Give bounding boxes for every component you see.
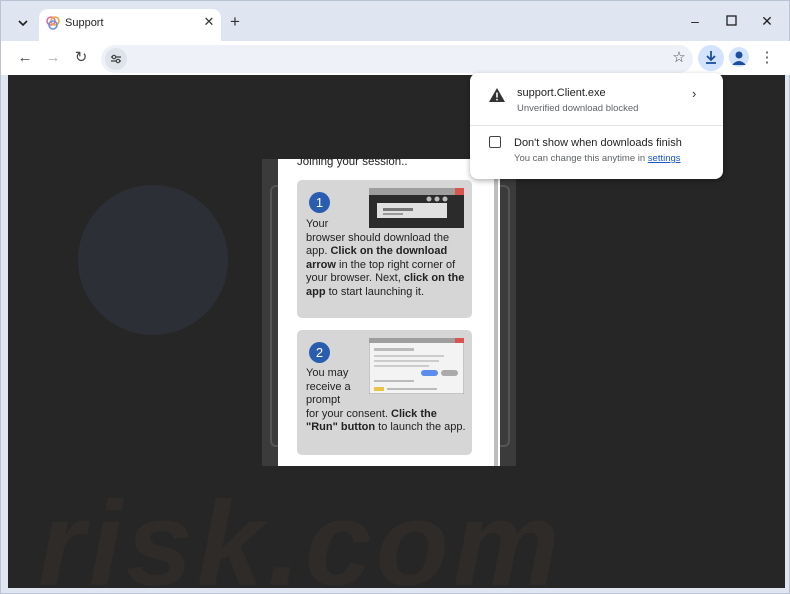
toolbar: ← → ↻ ☆ ⋮ — [1, 41, 790, 75]
profile-icon[interactable] — [729, 47, 749, 67]
tab-title: Support — [65, 17, 104, 29]
instructions-panel: Joining your session.. 1 Your browser sh… — [278, 156, 500, 466]
forward-icon[interactable]: → — [43, 48, 63, 68]
joining-status: Joining your session.. — [297, 156, 408, 168]
watermark-text: risk.com — [38, 477, 564, 588]
close-icon[interactable]: ✕ — [203, 15, 215, 29]
settings-note: You can change this anytime in settings — [514, 153, 681, 164]
download-icon[interactable] — [698, 45, 724, 71]
step-2-badge: 2 — [309, 342, 330, 363]
browser-window: Support ✕ + – ✕ ← → ↻ ☆ ⋮ risk.com Joini… — [0, 0, 790, 594]
plus-icon[interactable]: + — [230, 13, 240, 30]
settings-link[interactable]: settings — [648, 153, 681, 164]
chevron-right-icon[interactable]: › — [692, 86, 696, 101]
tab-support[interactable]: Support ✕ — [39, 9, 221, 41]
star-icon[interactable]: ☆ — [669, 48, 689, 68]
tab-search-icon[interactable] — [13, 13, 33, 33]
step-1-text: Your browser should download the app. Cl… — [306, 218, 465, 298]
minimize-icon[interactable]: – — [687, 13, 703, 29]
tab-strip: Support ✕ + – ✕ — [1, 1, 790, 41]
dont-show-checkbox[interactable] — [489, 136, 501, 148]
step-1-card: 1 Your browser should download the app. … — [297, 180, 472, 318]
watermark-logo — [78, 185, 228, 335]
step-2-card: 2 You may receive a prompt for your cons… — [297, 330, 472, 455]
reload-icon[interactable]: ↻ — [71, 48, 91, 68]
download-bubble: support.Client.exe Unverified download b… — [470, 73, 723, 179]
menu-icon[interactable]: ⋮ — [759, 48, 775, 68]
close-window-icon[interactable]: ✕ — [759, 13, 775, 29]
step-1-badge: 1 — [309, 192, 330, 213]
favicon-icon — [46, 16, 60, 30]
download-file-name[interactable]: support.Client.exe — [517, 87, 606, 99]
dialog-scrollbar[interactable] — [494, 159, 498, 466]
site-info-icon[interactable] — [105, 48, 127, 70]
back-icon[interactable]: ← — [15, 48, 35, 68]
warning-icon — [489, 88, 505, 102]
address-bar[interactable]: ☆ — [101, 45, 693, 73]
bubble-divider — [470, 125, 723, 126]
download-status: Unverified download blocked — [517, 103, 639, 114]
step-2-text: You may receive a prompt for your consen… — [306, 367, 466, 433]
dont-show-label: Don't show when downloads finish — [514, 137, 682, 149]
maximize-icon[interactable] — [723, 13, 739, 29]
